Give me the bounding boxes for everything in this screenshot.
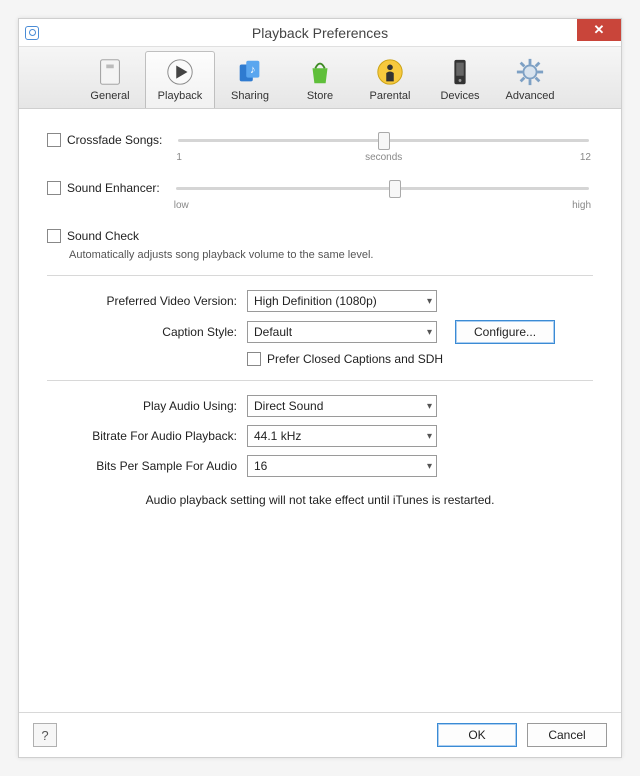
tab-sharing[interactable]: ♪ Sharing: [215, 51, 285, 108]
sharing-icon: ♪: [233, 56, 267, 88]
bits-row: Bits Per Sample For Audio 16 ▾: [47, 455, 593, 477]
titlebar: Playback Preferences ✕: [19, 19, 621, 47]
svg-text:♪: ♪: [250, 64, 256, 76]
content-pane: Crossfade Songs: 1 seconds 12 Sound Enha…: [19, 109, 621, 712]
select-value: High Definition (1080p): [254, 294, 377, 308]
button-label: OK: [468, 728, 485, 742]
prefer-cc-row: Prefer Closed Captions and SDH: [47, 352, 593, 366]
tab-parental[interactable]: Parental: [355, 51, 425, 108]
tab-advanced[interactable]: Advanced: [495, 51, 565, 108]
soundcheck-hint: Automatically adjusts song playback volu…: [69, 249, 593, 261]
button-label: Cancel: [548, 728, 585, 742]
caption-style-row: Caption Style: Default ▾ Configure...: [47, 320, 593, 344]
enhancer-slider-wrap: low high: [172, 181, 593, 211]
crossfade-row: Crossfade Songs: 1 seconds 12: [47, 133, 593, 163]
chevron-down-icon: ▾: [427, 431, 432, 442]
preferences-dialog: Playback Preferences ✕ General Playback …: [18, 18, 622, 758]
enhancer-slider[interactable]: [176, 187, 589, 190]
devices-icon: [443, 56, 477, 88]
bits-label: Bits Per Sample For Audio: [47, 459, 247, 473]
enhancer-label: Sound Enhancer:: [67, 181, 160, 195]
bits-select[interactable]: 16 ▾: [247, 455, 437, 477]
preferred-video-label: Preferred Video Version:: [47, 294, 247, 308]
tab-label: Store: [288, 90, 352, 102]
dialog-footer: ? OK Cancel: [19, 712, 621, 757]
enhancer-row: Sound Enhancer: low high: [47, 181, 593, 211]
play-audio-label: Play Audio Using:: [47, 399, 247, 413]
bitrate-row: Bitrate For Audio Playback: 44.1 kHz ▾: [47, 425, 593, 447]
tab-label: Parental: [358, 90, 422, 102]
crossfade-slider[interactable]: [178, 139, 589, 142]
tab-store[interactable]: Store: [285, 51, 355, 108]
tab-general[interactable]: General: [75, 51, 145, 108]
tab-label: Advanced: [498, 90, 562, 102]
tab-label: Playback: [148, 90, 212, 102]
button-label: Configure...: [474, 325, 536, 339]
help-button[interactable]: ?: [33, 723, 57, 747]
caption-style-label: Caption Style:: [47, 325, 247, 339]
caption-style-select[interactable]: Default ▾: [247, 321, 437, 343]
chevron-down-icon: ▾: [427, 401, 432, 412]
play-audio-select[interactable]: Direct Sound ▾: [247, 395, 437, 417]
general-icon: [93, 56, 127, 88]
enhancer-checkbox[interactable]: [47, 181, 61, 195]
soundcheck-label: Sound Check: [67, 229, 139, 243]
store-icon: [303, 56, 337, 88]
chevron-down-icon: ▾: [427, 296, 432, 307]
prefer-cc-label: Prefer Closed Captions and SDH: [267, 352, 443, 366]
separator: [47, 275, 593, 276]
preferred-video-row: Preferred Video Version: High Definition…: [47, 290, 593, 312]
help-icon: ?: [41, 728, 48, 743]
configure-button[interactable]: Configure...: [455, 320, 555, 344]
play-audio-row: Play Audio Using: Direct Sound ▾: [47, 395, 593, 417]
slider-thumb[interactable]: [378, 132, 390, 150]
bitrate-label: Bitrate For Audio Playback:: [47, 429, 247, 443]
tab-label: General: [78, 90, 142, 102]
slider-mid-label: seconds: [365, 152, 402, 163]
slider-min-label: 1: [176, 152, 182, 163]
select-value: 16: [254, 459, 267, 473]
cancel-button[interactable]: Cancel: [527, 723, 607, 747]
chevron-down-icon: ▾: [427, 327, 432, 338]
prefer-cc-checkbox[interactable]: [247, 352, 261, 366]
tab-label: Devices: [428, 90, 492, 102]
parental-icon: [373, 56, 407, 88]
playback-icon: [163, 56, 197, 88]
preferred-video-select[interactable]: High Definition (1080p) ▾: [247, 290, 437, 312]
slider-max-label: high: [572, 200, 591, 211]
slider-max-label: 12: [580, 152, 591, 163]
tab-playback[interactable]: Playback: [145, 51, 215, 108]
bitrate-select[interactable]: 44.1 kHz ▾: [247, 425, 437, 447]
chevron-down-icon: ▾: [427, 461, 432, 472]
slider-thumb[interactable]: [389, 180, 401, 198]
restart-note: Audio playback setting will not take eff…: [47, 493, 593, 507]
select-value: Default: [254, 325, 292, 339]
soundcheck-row: Sound Check: [47, 229, 593, 243]
soundcheck-checkbox[interactable]: [47, 229, 61, 243]
separator: [47, 380, 593, 381]
slider-min-label: low: [174, 200, 189, 211]
tabstrip: General Playback ♪ Sharing Store Parenta…: [19, 47, 621, 109]
crossfade-slider-wrap: 1 seconds 12: [174, 133, 593, 163]
select-value: Direct Sound: [254, 399, 323, 413]
tab-label: Sharing: [218, 90, 282, 102]
select-value: 44.1 kHz: [254, 429, 301, 443]
window-title: Playback Preferences: [19, 25, 621, 41]
gear-icon: [513, 56, 547, 88]
crossfade-checkbox[interactable]: [47, 133, 61, 147]
crossfade-label: Crossfade Songs:: [67, 133, 162, 147]
ok-button[interactable]: OK: [437, 723, 517, 747]
tab-devices[interactable]: Devices: [425, 51, 495, 108]
